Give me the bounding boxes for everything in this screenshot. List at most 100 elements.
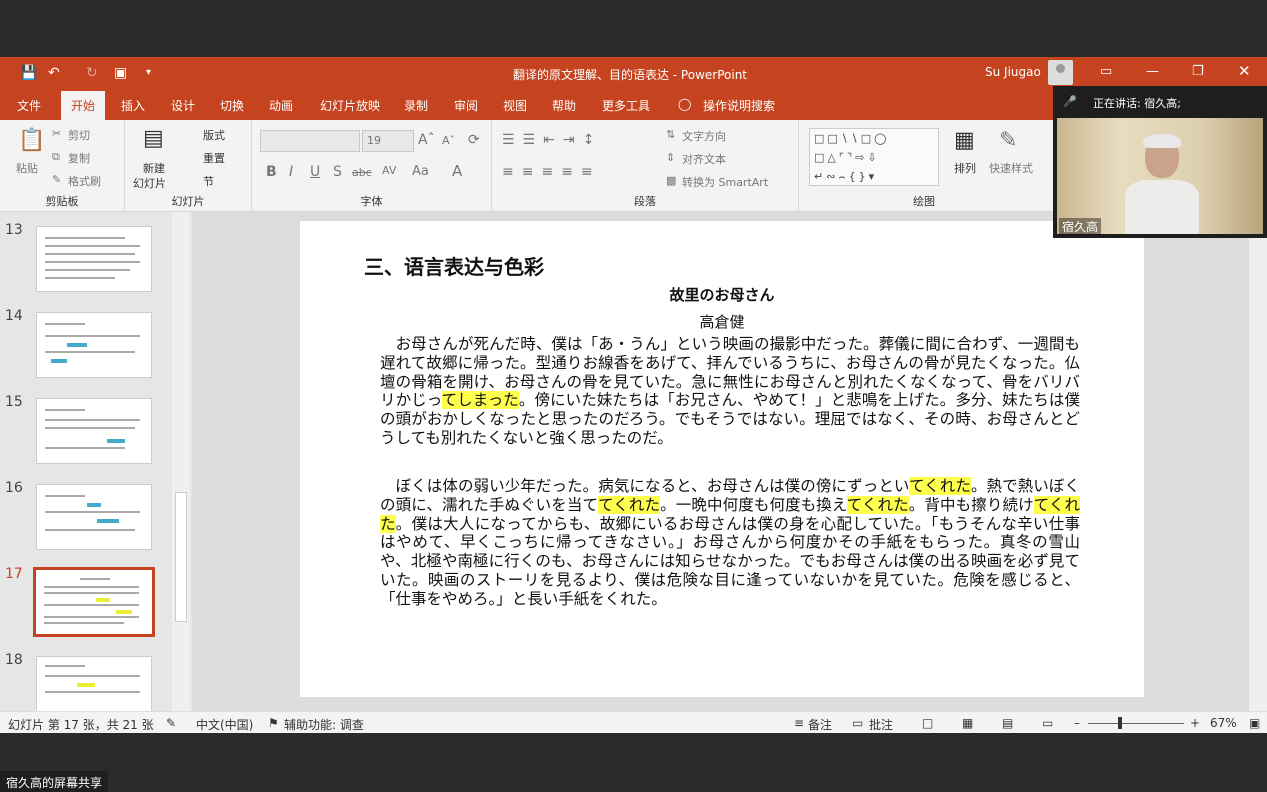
language-status[interactable]: 中文(中国)	[196, 716, 253, 733]
thumb-number: 18	[5, 652, 23, 668]
new-slide-button-line2[interactable]: 幻灯片	[133, 175, 166, 191]
highlighted-text: てくれた	[909, 477, 971, 495]
italic-icon[interactable]: I	[289, 164, 293, 180]
tell-me-search[interactable]: 操作说明搜索	[703, 97, 775, 114]
reset-button[interactable]: 重置	[203, 150, 225, 166]
story-title[interactable]: 故里のお母さん	[300, 284, 1144, 305]
undo-icon[interactable]: ↶	[48, 65, 60, 81]
slide-thumbnail[interactable]	[36, 398, 152, 464]
highlighted-text: てしまった	[441, 391, 519, 410]
slide-heading[interactable]: 三、语言表达与色彩	[364, 251, 544, 280]
group-label: 绘图	[913, 195, 935, 208]
notes-button[interactable]: 备注	[808, 716, 832, 733]
tab-review[interactable]: 审阅	[454, 97, 478, 114]
font-name-field[interactable]	[260, 130, 360, 152]
align-text-button[interactable]: 对齐文本	[682, 151, 726, 167]
story-author[interactable]: 高倉健	[300, 311, 1144, 332]
zoom-in-icon[interactable]: +	[1190, 716, 1200, 730]
cut-button[interactable]: 剪切	[68, 127, 90, 143]
decrease-font-icon[interactable]: Aˇ	[442, 134, 455, 147]
comments-button[interactable]: 批注	[869, 716, 893, 733]
font-size-field[interactable]: 19	[362, 130, 414, 152]
increase-font-icon[interactable]: Aˆ	[418, 132, 435, 148]
minimize-icon[interactable]: —	[1146, 64, 1159, 79]
restore-icon[interactable]: ❐	[1192, 64, 1204, 79]
normal-view-icon[interactable]: □	[922, 716, 933, 730]
tab-home[interactable]: 开始	[61, 91, 106, 120]
align-icons[interactable]: ≡≡≡≡≡	[502, 164, 601, 180]
strikethrough-icon[interactable]: abc	[352, 166, 372, 179]
format-painter-button[interactable]: 格式刷	[68, 173, 101, 189]
change-case-button[interactable]: Aa	[412, 164, 429, 179]
zoom-level[interactable]: 67%	[1210, 716, 1237, 730]
copy-button[interactable]: 复制	[68, 150, 90, 166]
save-icon[interactable]: 💾	[20, 65, 37, 81]
smartart-icon: ▩	[666, 174, 677, 187]
accessibility-icon: ⚑	[268, 716, 279, 730]
tab-record[interactable]: 录制	[404, 97, 428, 114]
tab-help[interactable]: 帮助	[552, 97, 576, 114]
paste-icon[interactable]: 📋	[18, 128, 45, 153]
spellcheck-icon[interactable]: ✎	[166, 716, 176, 730]
section-button[interactable]: 节	[203, 173, 214, 189]
slideshow-icon[interactable]: ▭	[1042, 716, 1053, 730]
tab-animations[interactable]: 动画	[269, 97, 293, 114]
align-text-icon: ⇕	[666, 151, 676, 164]
arrange-button[interactable]: 排列	[954, 160, 976, 176]
tab-slideshow[interactable]: 幻灯片放映	[320, 97, 380, 114]
paste-button[interactable]: 粘贴	[16, 160, 38, 176]
tab-file[interactable]: 文件	[17, 97, 41, 114]
zoom-out-icon[interactable]: –	[1074, 716, 1080, 730]
clear-format-icon[interactable]: ⟳	[468, 132, 480, 148]
text-direction-icon: ⇅	[666, 128, 676, 141]
text-direction-button[interactable]: 文字方向	[682, 128, 726, 144]
slide-thumbnail[interactable]	[36, 226, 152, 292]
shapes-gallery[interactable]: □□∖∖□◯ □△⌜⌝⇨⇩ ↵∾⌢{}▾	[809, 128, 939, 186]
text-run: ぼくは体の弱い少年だった。病気になると、お母さんは僕の傍にずっとい	[380, 477, 910, 495]
paragraph-2[interactable]: ぼくは体の弱い少年だった。病気になると、お母さんは僕の傍にずっといてくれた。熱で…	[380, 477, 1080, 609]
layout-button[interactable]: 版式	[203, 127, 225, 143]
present-icon[interactable]: ▣	[114, 65, 127, 81]
slide-thumbnail[interactable]	[36, 312, 152, 378]
thumbnail-scrollbar[interactable]	[172, 212, 190, 711]
zoom-slider-thumb[interactable]	[1118, 717, 1122, 729]
tab-insert[interactable]: 插入	[121, 97, 145, 114]
slide-thumbnail-active[interactable]	[33, 567, 155, 637]
arrange-icon[interactable]: ▦	[954, 128, 975, 153]
quick-styles-button[interactable]: 快速样式	[989, 160, 1033, 176]
spacing-icon[interactable]: AV	[382, 164, 396, 177]
paragraph-1[interactable]: お母さんが死んだ時、僕は「あ・うん」という映画の撮影中だった。葬儀に間に合わず、…	[380, 335, 1080, 448]
bold-icon[interactable]: B	[266, 164, 277, 180]
new-slide-icon[interactable]: ▤	[143, 126, 164, 151]
list-icons[interactable]: ☰☰⇤⇥↕	[502, 132, 602, 148]
avatar[interactable]	[1048, 60, 1073, 85]
customize-toolbar-icon[interactable]: ▾	[146, 67, 151, 78]
fit-window-icon[interactable]: ▣	[1249, 716, 1260, 730]
user-name[interactable]: Su Jiugao	[985, 65, 1041, 79]
thumb-number: 15	[5, 394, 23, 410]
ribbon-display-icon[interactable]: ▭	[1100, 64, 1112, 79]
close-icon[interactable]: ✕	[1238, 62, 1251, 80]
tab-design[interactable]: 设计	[171, 97, 195, 114]
zoom-slider[interactable]	[1088, 723, 1184, 724]
quick-styles-icon[interactable]: ✎	[999, 128, 1017, 153]
current-slide[interactable]: 三、语言表达与色彩 故里のお母さん 高倉健 お母さんが死んだ時、僕は「あ・うん」…	[300, 221, 1144, 697]
shadow-icon[interactable]: S	[333, 164, 342, 180]
accessibility-status[interactable]: 辅助功能: 调查	[284, 716, 364, 733]
slide-thumbnail[interactable]	[36, 484, 152, 550]
redo-icon[interactable]: ↻	[86, 65, 98, 81]
sorter-view-icon[interactable]: ▦	[962, 716, 973, 730]
tab-view[interactable]: 视图	[503, 97, 527, 114]
smartart-button[interactable]: 转换为 SmartArt	[682, 174, 768, 190]
reading-view-icon[interactable]: ▤	[1002, 716, 1013, 730]
tab-more-tools[interactable]: 更多工具	[602, 97, 650, 114]
slide-scrollbar[interactable]	[1249, 212, 1267, 711]
screen-share-label: 宿久高的屏幕共享	[0, 771, 109, 792]
font-color-icon[interactable]: A	[452, 162, 462, 180]
speaker-video-panel[interactable]: 🎤 正在讲话: 宿久高; 宿久高	[1053, 86, 1267, 238]
tab-transitions[interactable]: 切换	[220, 97, 244, 114]
underline-icon[interactable]: U	[310, 164, 320, 180]
group-font: 19 Aˆ Aˇ ⟳ B I U S abc AV Aa A 字体	[252, 120, 492, 212]
scroll-thumb[interactable]	[175, 492, 187, 622]
new-slide-button[interactable]: 新建	[143, 160, 165, 176]
